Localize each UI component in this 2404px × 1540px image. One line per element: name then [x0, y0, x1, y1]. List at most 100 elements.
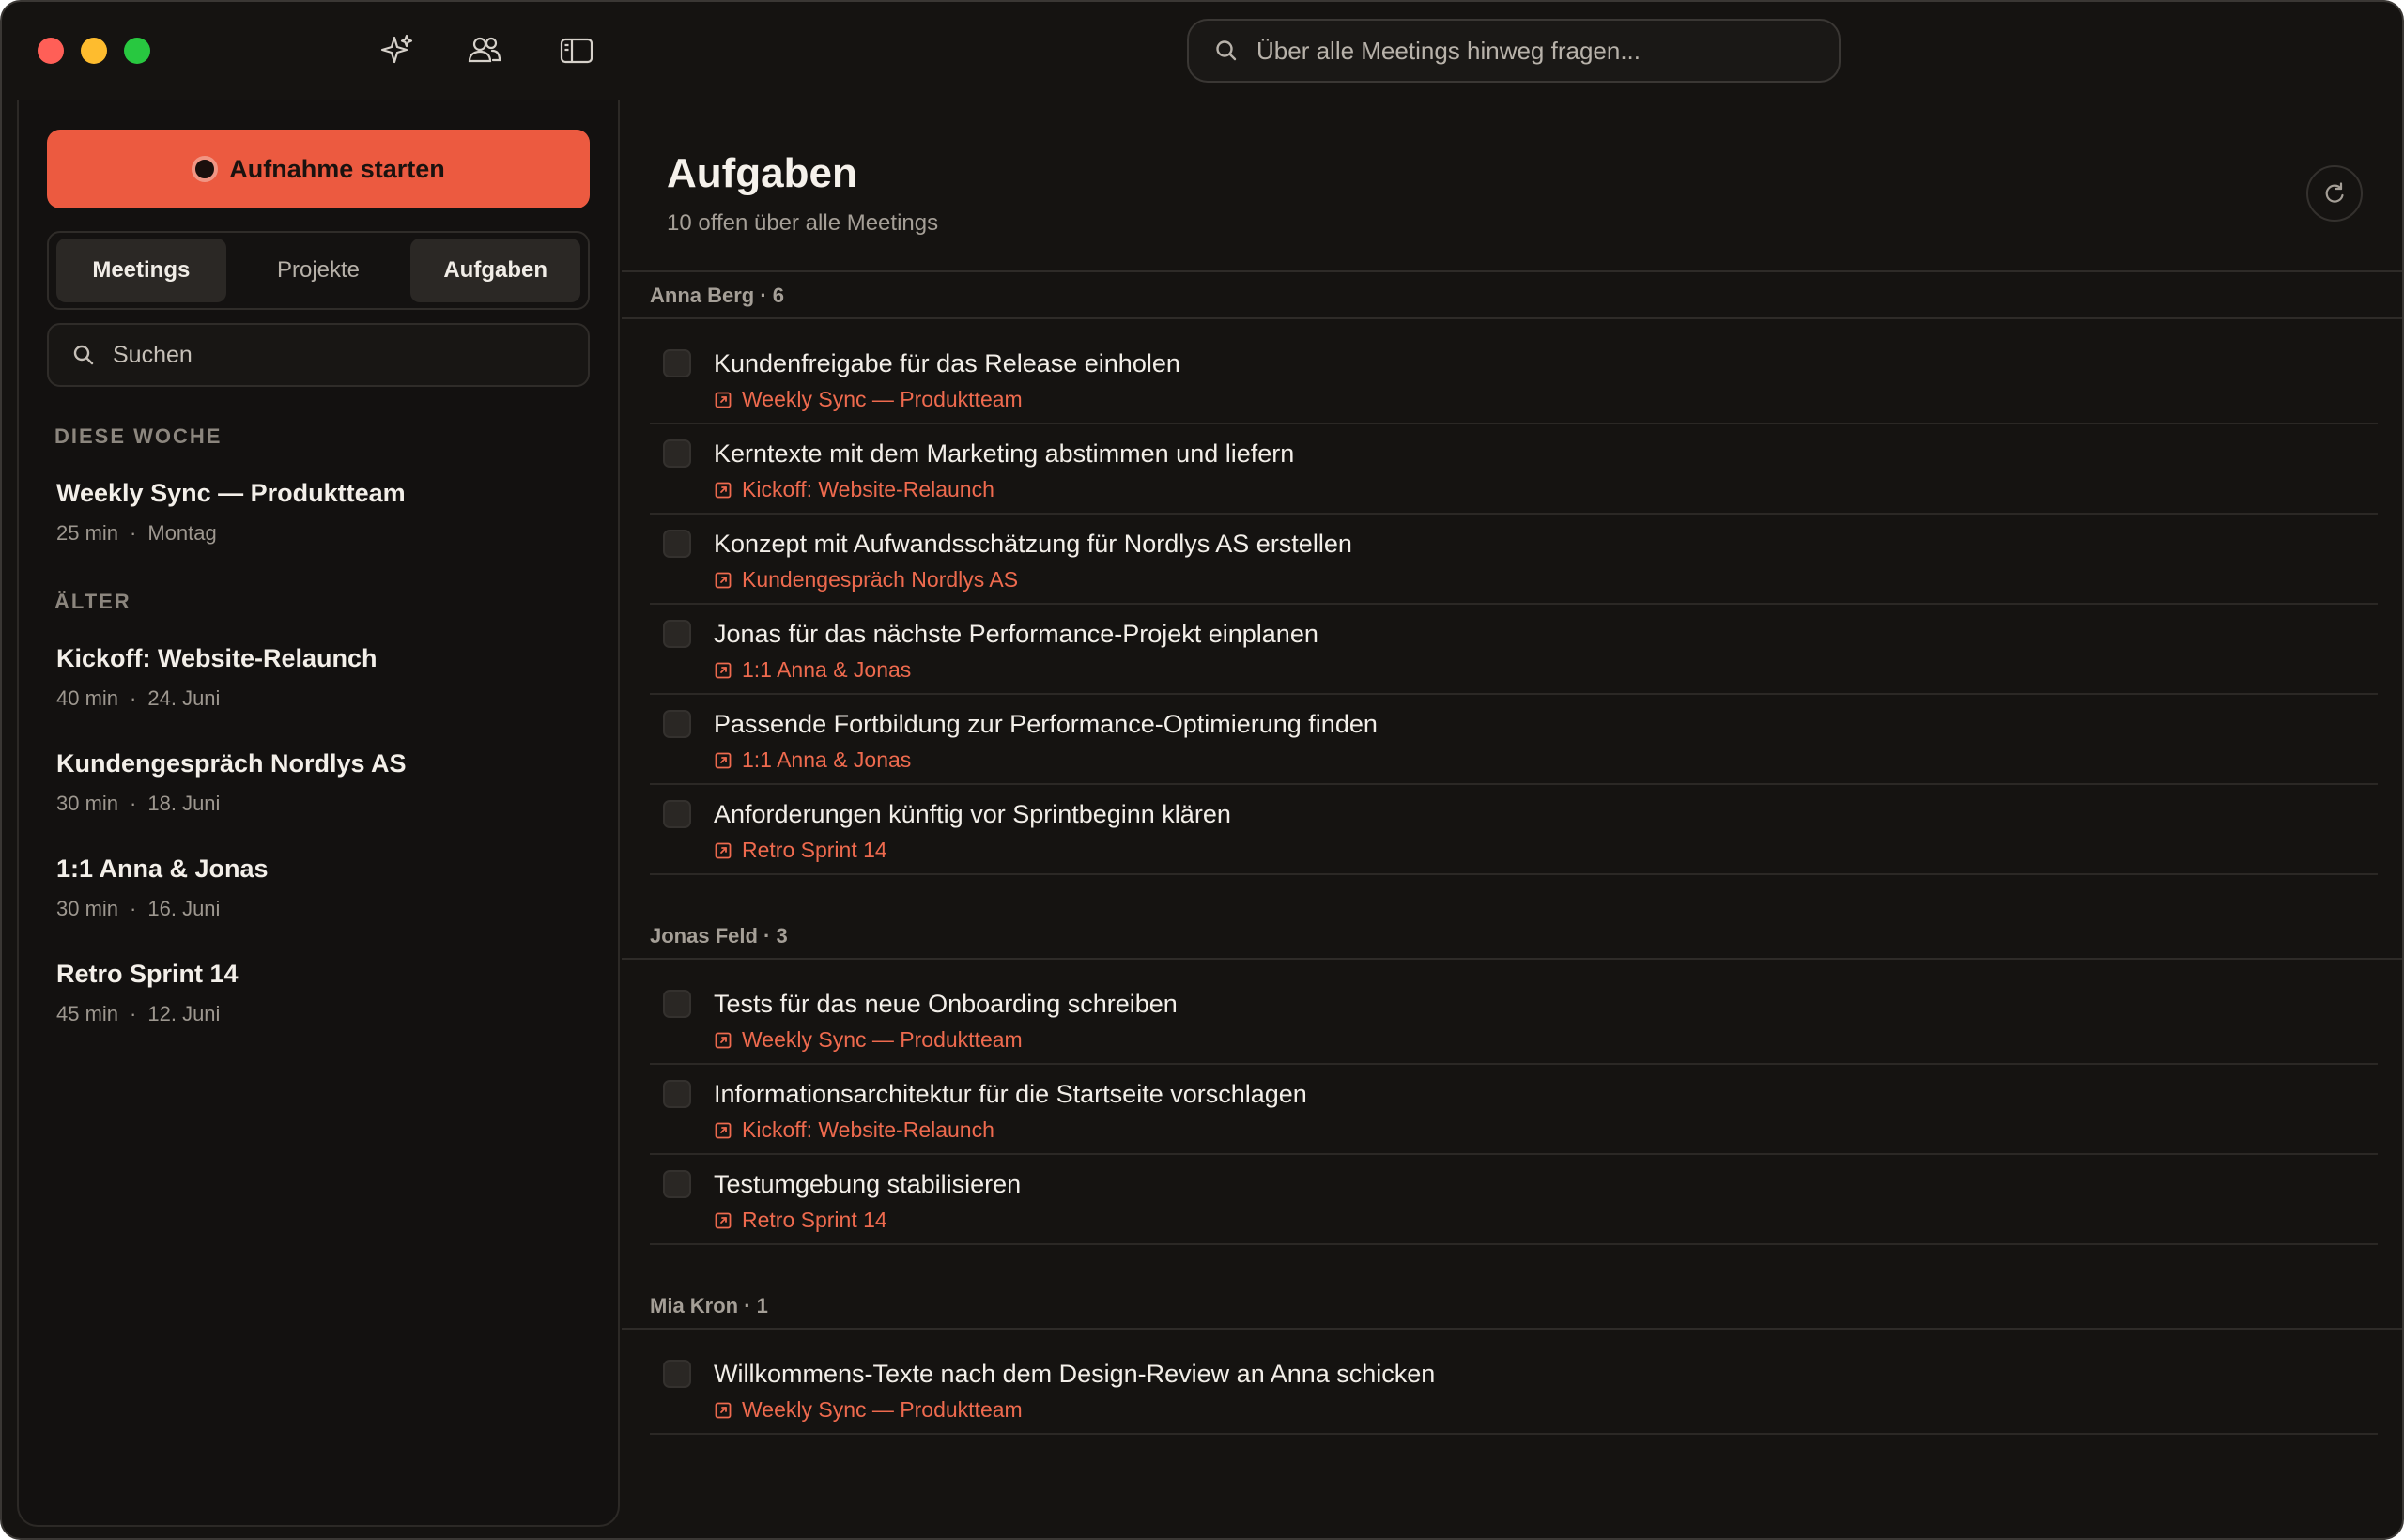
external-link-icon — [715, 1402, 732, 1418]
tab-aufgaben[interactable]: Aufgaben — [410, 239, 581, 302]
view-segmented-control: Meetings Projekte Aufgaben — [47, 231, 590, 310]
task-meeting-link[interactable]: Weekly Sync — Produktteam — [714, 1027, 1023, 1053]
task-meeting-link[interactable]: Weekly Sync — Produktteam — [714, 387, 1023, 412]
task-group-header: Jonas Feld · 3 — [650, 924, 788, 947]
meeting-title: Weekly Sync — Produktteam — [56, 479, 406, 507]
task-title: Kerntexte mit dem Marketing abstimmen un… — [714, 439, 1295, 468]
task-checkbox[interactable] — [663, 530, 691, 558]
task-title: Anforderungen künftig vor Sprintbeginn k… — [714, 800, 1231, 828]
sidebar-search[interactable] — [47, 323, 590, 387]
task-meeting-label: 1:1 Anna & Jonas — [742, 747, 912, 772]
meeting-item[interactable]: 1:1 Anna & Jonas 30 min · 16. Juni — [47, 849, 590, 927]
sidebar: Aufnahme starten Meetings Projekte Aufga… — [17, 100, 620, 1527]
task-meeting-link[interactable]: Kundengespräch Nordlys AS — [714, 567, 1018, 593]
task-row: Informationsarchitektur für die Startsei… — [650, 1065, 2378, 1155]
task-meeting-label: Kundengespräch Nordlys AS — [742, 567, 1019, 592]
task-row: Kerntexte mit dem Marketing abstimmen un… — [650, 424, 2378, 515]
global-ask-input[interactable] — [1256, 36, 1801, 66]
task-checkbox[interactable] — [663, 620, 691, 648]
zoom-window-button[interactable] — [124, 38, 150, 64]
task-meeting-link[interactable]: 1:1 Anna & Jonas — [714, 747, 911, 773]
sidebar-toggle-icon[interactable] — [556, 30, 597, 71]
task-title: Testumgebung stabilisieren — [714, 1170, 1022, 1198]
task-meeting-link[interactable]: Retro Sprint 14 — [714, 838, 887, 863]
global-ask-search[interactable] — [1187, 19, 1841, 83]
task-row: Kundenfreigabe für das Release einholen W… — [650, 334, 2378, 424]
task-title: Jonas für das nächste Performance-Projek… — [714, 620, 1318, 648]
refresh-button[interactable] — [2306, 165, 2363, 222]
page-title: Aufgaben — [667, 150, 857, 196]
task-title: Willkommens-Texte nach dem Design-Review… — [714, 1360, 1436, 1388]
start-recording-label: Aufnahme starten — [229, 154, 445, 183]
task-checkbox[interactable] — [663, 1360, 691, 1388]
tab-projekte[interactable]: Projekte — [234, 239, 404, 302]
header-divider — [622, 270, 2402, 272]
sparkles-icon[interactable] — [376, 30, 417, 71]
task-row: Konzept mit Aufwandsschätzung für Nordly… — [650, 515, 2378, 605]
main-panel: Aufgaben 10 offen über alle Meetings Ann… — [622, 100, 2402, 1538]
task-checkbox[interactable] — [663, 800, 691, 828]
task-checkbox[interactable] — [663, 1080, 691, 1108]
sidebar-search-input[interactable] — [113, 341, 563, 369]
record-icon — [192, 156, 219, 182]
task-row: Willkommens-Texte nach dem Design-Review… — [650, 1345, 2378, 1435]
task-group-header: Anna Berg · 6 — [650, 284, 785, 307]
task-group-divider — [622, 958, 2402, 960]
task-checkbox[interactable] — [663, 1170, 691, 1198]
meeting-meta: 40 min · 24. Juni — [56, 686, 221, 710]
search-icon — [73, 345, 94, 365]
task-meeting-label: 1:1 Anna & Jonas — [742, 657, 912, 682]
task-meeting-label: Weekly Sync — Produktteam — [742, 387, 1023, 411]
minimize-window-button[interactable] — [81, 38, 107, 64]
task-meeting-label: Kickoff: Website-Relaunch — [742, 477, 994, 501]
task-group-header: Mia Kron · 1 — [650, 1294, 768, 1317]
meeting-title: Retro Sprint 14 — [56, 960, 239, 988]
page-subtitle: 10 offen über alle Meetings — [667, 210, 939, 236]
external-link-icon — [715, 572, 732, 588]
section-label-this-week: DIESE WOCHE — [54, 424, 223, 448]
task-checkbox[interactable] — [663, 990, 691, 1018]
task-meeting-link[interactable]: Weekly Sync — Produktteam — [714, 1397, 1023, 1423]
meeting-item[interactable]: Kundengespräch Nordlys AS 30 min · 18. Jun… — [47, 744, 590, 822]
start-recording-button[interactable]: Aufnahme starten — [47, 130, 590, 208]
external-link-icon — [715, 662, 732, 678]
task-row: Testumgebung stabilisieren Retro Sprint 1… — [650, 1155, 2378, 1245]
task-meeting-link[interactable]: 1:1 Anna & Jonas — [714, 657, 911, 683]
task-group-divider — [622, 317, 2402, 319]
app-window: Aufnahme starten Meetings Projekte Aufga… — [0, 0, 2404, 1540]
task-row: Jonas für das nächste Performance-Projek… — [650, 605, 2378, 695]
meeting-title: 1:1 Anna & Jonas — [56, 855, 269, 883]
external-link-icon — [715, 1032, 732, 1048]
task-meeting-link[interactable]: Kickoff: Website-Relaunch — [714, 477, 994, 502]
task-title: Passende Fortbildung zur Performance-Opt… — [714, 710, 1378, 738]
search-icon — [1216, 40, 1237, 61]
meeting-meta: 25 min · Montag — [56, 521, 217, 545]
meeting-item[interactable]: Weekly Sync — Produktteam 25 min · Montag — [47, 473, 590, 551]
meeting-item[interactable]: Kickoff: Website-Relaunch 40 min · 24. Jun… — [47, 639, 590, 716]
task-meeting-label: Weekly Sync — Produktteam — [742, 1027, 1023, 1052]
task-row: Passende Fortbildung zur Performance-Opt… — [650, 695, 2378, 785]
task-title: Tests für das neue Onboarding schreiben — [714, 990, 1178, 1018]
task-checkbox[interactable] — [663, 349, 691, 377]
task-meeting-link[interactable]: Kickoff: Website-Relaunch — [714, 1117, 994, 1143]
task-meeting-label: Retro Sprint 14 — [742, 1208, 887, 1232]
title-bar — [2, 2, 2402, 100]
task-checkbox[interactable] — [663, 439, 691, 468]
meeting-meta: 30 min · 16. Juni — [56, 897, 221, 920]
external-link-icon — [715, 392, 732, 408]
task-meeting-label: Weekly Sync — Produktteam — [742, 1397, 1023, 1422]
task-meeting-label: Retro Sprint 14 — [742, 838, 887, 862]
people-icon[interactable] — [464, 30, 505, 71]
tab-meetings[interactable]: Meetings — [56, 239, 226, 302]
section-label-older: ÄLTER — [54, 590, 131, 613]
task-meeting-label: Kickoff: Website-Relaunch — [742, 1117, 994, 1142]
task-meeting-link[interactable]: Retro Sprint 14 — [714, 1208, 887, 1233]
task-checkbox[interactable] — [663, 710, 691, 738]
refresh-icon — [2325, 182, 2344, 203]
external-link-icon — [715, 752, 732, 768]
task-row: Anforderungen künftig vor Sprintbeginn k… — [650, 785, 2378, 875]
meeting-item[interactable]: Retro Sprint 14 45 min · 12. Juni — [47, 954, 590, 1032]
meeting-meta: 45 min · 12. Juni — [56, 1002, 221, 1025]
close-window-button[interactable] — [38, 38, 64, 64]
task-row: Tests für das neue Onboarding schreiben W… — [650, 975, 2378, 1065]
